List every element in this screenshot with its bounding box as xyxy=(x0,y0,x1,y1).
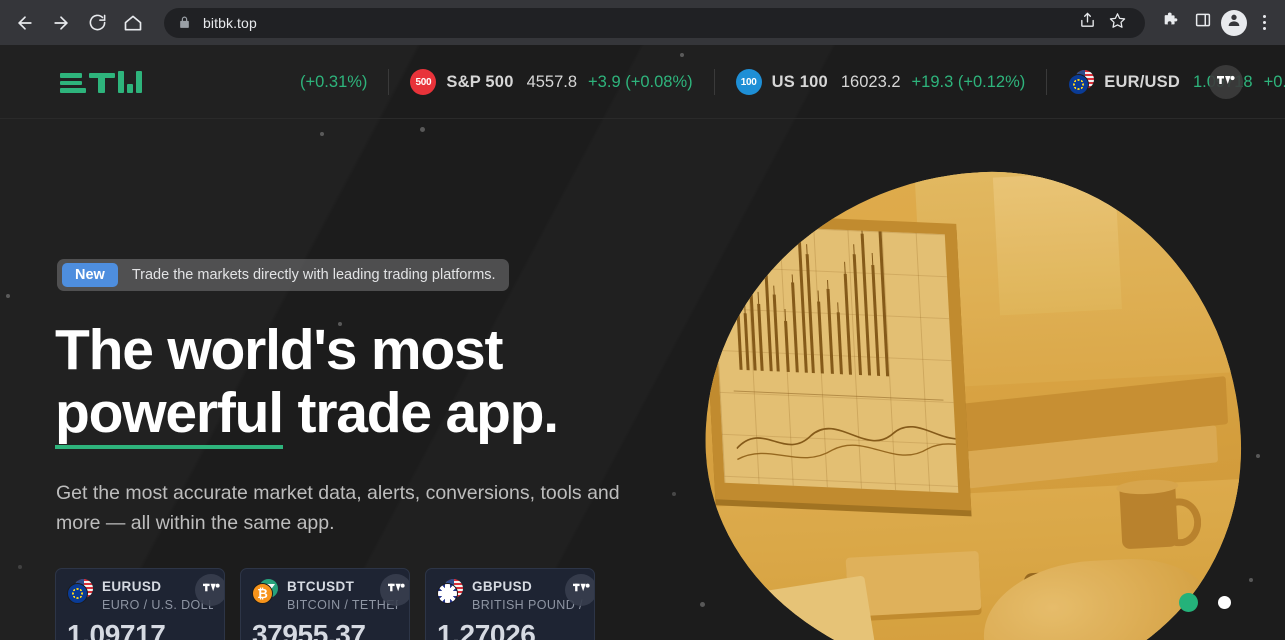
ticker-item[interactable]: (+0.31%) xyxy=(300,45,368,118)
trading-desk-photo xyxy=(691,159,1254,640)
ticker-change: +3.9 (+0.08%) xyxy=(588,72,693,91)
quote-price: 1.09717 xyxy=(67,619,166,640)
page-subtitle: Get the most accurate market data, alert… xyxy=(56,482,620,534)
quote-price: 1.27026 xyxy=(437,619,536,640)
ticker-divider xyxy=(388,69,390,95)
star-icon xyxy=(1109,12,1126,34)
url-text: bitbk.top xyxy=(203,14,257,31)
hero-image xyxy=(691,159,1254,640)
quote-card-list: EURUSD EURO / U.S. DOLLA 1.09717 ₿ BTCUS… xyxy=(55,568,595,640)
ticker-item-us100[interactable]: 100 US 100 16023.2 +19.3 (+0.12%) xyxy=(735,45,1026,118)
tradingview-badge[interactable] xyxy=(380,574,409,606)
reload-icon xyxy=(88,13,107,32)
eurusd-flag-icon xyxy=(1068,69,1095,95)
bookmark-button[interactable] xyxy=(1103,9,1131,37)
announcement-pill[interactable]: New Trade the markets directly with lead… xyxy=(57,259,509,291)
back-button[interactable] xyxy=(8,6,42,40)
three-dots-menu-icon xyxy=(1262,15,1266,18)
quote-price: 37955.37 xyxy=(252,619,366,640)
arrow-left-icon xyxy=(15,13,35,33)
ticker-item-sp500[interactable]: 500 S&P 500 4557.8 +3.9 (+0.08%) xyxy=(410,45,693,118)
market-ticker-bar: (+0.31%) 500 S&P 500 4557.8 +3.9 (+0.08%… xyxy=(0,45,1285,119)
tradingview-badge[interactable] xyxy=(195,574,224,606)
quote-description: BRITISH POUND / U xyxy=(472,598,583,612)
ticker-price: 16023.2 xyxy=(840,72,901,91)
side-panel-icon xyxy=(1194,11,1212,34)
quote-card-eurusd[interactable]: EURUSD EURO / U.S. DOLLA 1.09717 xyxy=(55,568,225,640)
announcement-text: Trade the markets directly with leading … xyxy=(131,267,496,283)
carousel-dot[interactable] xyxy=(1218,596,1231,609)
reload-button[interactable] xyxy=(80,6,114,40)
address-bar[interactable]: bitbk.top xyxy=(164,7,1145,38)
profile-button[interactable] xyxy=(1221,9,1247,36)
logo-letter-h xyxy=(118,71,142,93)
headline-line-1: The world's most xyxy=(55,318,503,382)
page-title: The world's most powerful trade app. xyxy=(55,319,715,449)
tradingview-badge[interactable] xyxy=(565,574,594,606)
home-button[interactable] xyxy=(116,6,150,40)
forward-button[interactable] xyxy=(44,6,78,40)
ticker-name: S&P 500 xyxy=(446,72,514,91)
puzzle-piece-icon xyxy=(1162,11,1181,35)
headline-underlined-word: powerful xyxy=(55,385,284,449)
tradingview-logo-icon xyxy=(387,581,405,599)
tradingview-logo-icon xyxy=(1217,73,1235,92)
lock-icon xyxy=(178,15,191,30)
extensions-button[interactable] xyxy=(1157,9,1185,37)
quote-card-btcusdt[interactable]: ₿ BTCUSDT BITCOIN / TETHERU 37955.37 xyxy=(240,568,410,640)
sp500-badge-icon: 500 xyxy=(410,69,437,95)
headline-line-2-rest: trade app. xyxy=(282,381,560,445)
new-badge: New xyxy=(62,263,118,287)
carousel-pagination xyxy=(1179,593,1231,612)
home-icon xyxy=(123,13,143,33)
ticker-divider xyxy=(713,69,715,95)
quote-symbol: GBPUSD xyxy=(472,579,533,594)
browser-toolbar: bitbk.top xyxy=(0,0,1285,45)
ticker-change: +19.3 (+0.12%) xyxy=(911,72,1026,91)
share-button[interactable] xyxy=(1073,9,1101,37)
carousel-dot-active[interactable] xyxy=(1179,593,1198,612)
site-logo[interactable] xyxy=(60,71,142,93)
ticker-track: (+0.31%) 500 S&P 500 4557.8 +3.9 (+0.08%… xyxy=(300,45,1285,118)
ticker-price: 4557.8 xyxy=(526,72,578,91)
quote-symbol: BTCUSDT xyxy=(287,579,355,594)
tradingview-logo-icon xyxy=(572,581,590,599)
quote-description: EURO / U.S. DOLLA xyxy=(102,598,213,612)
logo-letter-t xyxy=(89,73,115,93)
btcusdt-pair-icon: ₿ xyxy=(252,578,278,604)
ticker-name: US 100 xyxy=(771,72,828,91)
browser-toolbar-actions xyxy=(1151,9,1277,37)
browser-menu-button[interactable] xyxy=(1251,10,1277,36)
quote-symbol: EURUSD xyxy=(102,579,162,594)
side-panel-button[interactable] xyxy=(1189,9,1217,37)
ticker-name: EUR/USD xyxy=(1104,72,1180,91)
eurusd-flag-icon xyxy=(67,578,93,604)
ticker-change: +0.0 7 xyxy=(1263,72,1285,91)
ticker-change: (+0.31%) xyxy=(300,72,368,91)
ticker-item-eurusd[interactable]: EUR/USD 1.09718 +0.0 7 xyxy=(1068,45,1285,118)
page-viewport: (+0.31%) 500 S&P 500 4557.8 +3.9 (+0.08%… xyxy=(0,45,1285,640)
tradingview-badge[interactable] xyxy=(1209,65,1243,99)
us100-badge-icon: 100 xyxy=(735,69,762,95)
logo-letter-e xyxy=(60,73,86,93)
arrow-right-icon xyxy=(51,13,71,33)
tradingview-logo-icon xyxy=(202,581,220,599)
gbpusd-flag-icon xyxy=(437,578,463,604)
quote-card-gbpusd[interactable]: GBPUSD BRITISH POUND / U 1.27026 xyxy=(425,568,595,640)
ticker-divider xyxy=(1046,69,1048,95)
profile-avatar-icon xyxy=(1226,12,1242,33)
quote-description: BITCOIN / TETHERU xyxy=(287,598,398,612)
share-icon xyxy=(1079,12,1096,34)
